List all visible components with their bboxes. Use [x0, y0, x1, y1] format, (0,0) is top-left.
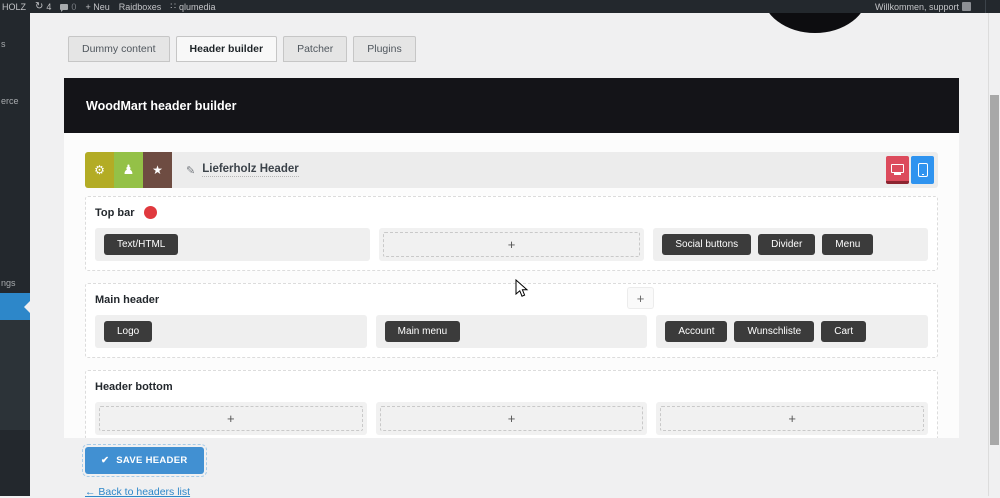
add-element-dropzone[interactable]: + — [382, 232, 641, 257]
section-main-header: Main header + Logo Main menu Account Wun… — [85, 283, 938, 358]
comments-link[interactable]: 0 — [60, 2, 76, 12]
header-name-field[interactable]: Lieferholz Header — [202, 163, 299, 177]
main-header-cells: Logo Main menu Account Wunschliste Cart — [95, 315, 929, 348]
header-builder-panel: WoodMart header builder ⚙ ♟ ★ ✎ Lieferho… — [64, 78, 959, 438]
desktop-icon — [891, 164, 904, 175]
sidebar-submenu-block — [0, 320, 30, 430]
top-bar-cell-left[interactable]: Text/HTML — [95, 228, 370, 261]
element-social-buttons[interactable]: Social buttons — [662, 234, 752, 255]
desktop-view-toggle[interactable] — [886, 156, 909, 184]
nav-tabs: Dummy content Header builder Patcher Plu… — [68, 36, 416, 62]
header-name-wrap: ✎ Lieferholz Header — [186, 163, 299, 177]
red-indicator-dot — [143, 206, 157, 219]
add-element-dropzone[interactable]: + — [99, 406, 363, 431]
updates-link[interactable]: ↻ 4 — [35, 0, 52, 12]
element-divider[interactable]: Divider — [758, 234, 816, 255]
plus-icon: + — [636, 290, 645, 306]
header-bottom-cell-center[interactable]: + — [375, 402, 648, 435]
favorites-button[interactable]: ★ — [143, 152, 172, 188]
qlumedia-link[interactable]: ∷ qlumedia — [170, 1, 215, 12]
account-menu[interactable]: Willkommen, support — [875, 2, 971, 12]
comment-icon — [60, 3, 69, 12]
section-title-row: Main header — [95, 293, 928, 306]
panel-header: WoodMart header builder — [64, 78, 959, 133]
section-title-row: Header bottom — [95, 380, 928, 393]
top-bar-cells: Text/HTML + Social buttons Divider Menu — [95, 228, 929, 261]
site-name-link[interactable]: HOLZ — [2, 2, 26, 12]
check-icon: ✔ — [101, 455, 110, 466]
mobile-view-toggle[interactable] — [911, 156, 934, 184]
element-main-menu[interactable]: Main menu — [384, 321, 461, 342]
tab-header-builder[interactable]: Header builder — [175, 36, 278, 62]
tab-dummy-content[interactable]: Dummy content — [68, 36, 170, 62]
tab-patcher[interactable]: Patcher — [283, 36, 348, 62]
qlumedia-label: qlumedia — [178, 1, 216, 12]
element-cart[interactable]: Cart — [821, 321, 867, 342]
main-header-cell-right[interactable]: Account Wunschliste Cart — [656, 315, 929, 348]
admin-bar-right: Willkommen, support — [875, 0, 1000, 13]
mobile-icon — [917, 163, 928, 177]
scrollbar-thumb[interactable] — [990, 95, 999, 445]
welcome-label: Willkommen, support — [874, 1, 959, 12]
header-bottom-cells: + + + — [95, 402, 929, 435]
vertical-scrollbar — [988, 13, 1000, 496]
star-icon: ★ — [152, 163, 163, 177]
sidebar-active-item[interactable] — [0, 293, 30, 320]
section-title-row: Top bar — [95, 206, 928, 219]
add-column-button[interactable]: + — [628, 288, 653, 308]
builder-toolbar: ⚙ ♟ ★ ✎ Lieferholz Header — [85, 152, 938, 188]
save-header-label: SAVE HEADER — [116, 455, 188, 466]
view-toggles — [886, 156, 934, 184]
add-element-dropzone[interactable]: + — [660, 406, 925, 431]
section-top-bar: Top bar Text/HTML + Social buttons Divid… — [85, 196, 938, 271]
qlumedia-icon: ∷ — [170, 1, 176, 11]
sidebar-item-fragment-1[interactable]: s — [1, 39, 6, 49]
settings-button[interactable]: ⚙ — [85, 152, 114, 188]
site-name-fragment: HOLZ — [2, 1, 27, 12]
admin-bar-left: HOLZ ↻ 4 0 + Neu Raidboxes ∷ qlumedia — [0, 1, 216, 12]
person-icon: ♟ — [122, 162, 135, 177]
element-menu[interactable]: Menu — [822, 234, 874, 255]
avatar — [962, 2, 971, 11]
admin-bar-divider — [985, 0, 986, 13]
back-to-headers-link[interactable]: ← Back to headers list — [85, 486, 190, 498]
update-icon: ↻ — [35, 0, 44, 12]
main-header-cell-center[interactable]: Main menu — [375, 315, 648, 348]
add-element-dropzone[interactable]: + — [379, 406, 644, 431]
panel-body: ⚙ ♟ ★ ✎ Lieferholz Header Top bar Text/H… — [64, 133, 959, 438]
comments-count: 0 — [71, 1, 77, 12]
wp-admin-bar: HOLZ ↻ 4 0 + Neu Raidboxes ∷ qlumedia Wi… — [0, 0, 1000, 13]
element-text-html[interactable]: Text/HTML — [104, 234, 179, 255]
section-header-bottom: Header bottom + + + — [85, 370, 938, 438]
plus-icon: + — [788, 411, 796, 426]
element-wunschliste[interactable]: Wunschliste — [734, 321, 815, 342]
new-label: + Neu — [85, 1, 110, 12]
section-title: Main header — [95, 293, 160, 306]
updates-count: 4 — [46, 1, 52, 12]
wp-admin-sidebar: s erce ngs — [0, 13, 30, 496]
plus-icon: + — [227, 411, 235, 426]
top-bar-cell-right[interactable]: Social buttons Divider Menu — [653, 228, 929, 261]
pencil-icon: ✎ — [186, 164, 196, 177]
new-content-link[interactable]: + Neu — [85, 2, 109, 12]
section-title: Header bottom — [95, 380, 173, 393]
element-logo[interactable]: Logo — [104, 321, 153, 342]
tab-plugins[interactable]: Plugins — [353, 36, 416, 62]
top-bar-cell-center[interactable]: + — [378, 228, 645, 261]
element-account[interactable]: Account — [665, 321, 728, 342]
gear-icon: ⚙ — [94, 163, 105, 177]
panel-title: WoodMart header builder — [86, 98, 237, 113]
header-bottom-cell-left[interactable]: + — [95, 402, 367, 435]
section-title: Top bar — [95, 206, 135, 219]
plus-icon: + — [507, 237, 516, 252]
sidebar-item-fragment-2[interactable]: erce — [1, 96, 19, 106]
header-bottom-cell-right[interactable]: + — [656, 402, 929, 435]
main-header-cell-left[interactable]: Logo — [95, 315, 367, 348]
raidboxes-label: Raidboxes — [118, 1, 162, 12]
sidebar-item-fragment-3[interactable]: ngs — [1, 278, 16, 288]
raidboxes-link[interactable]: Raidboxes — [119, 2, 162, 12]
save-header-button[interactable]: ✔ SAVE HEADER — [82, 444, 207, 477]
presets-button[interactable]: ♟ — [114, 152, 143, 188]
plus-icon: + — [507, 411, 516, 426]
